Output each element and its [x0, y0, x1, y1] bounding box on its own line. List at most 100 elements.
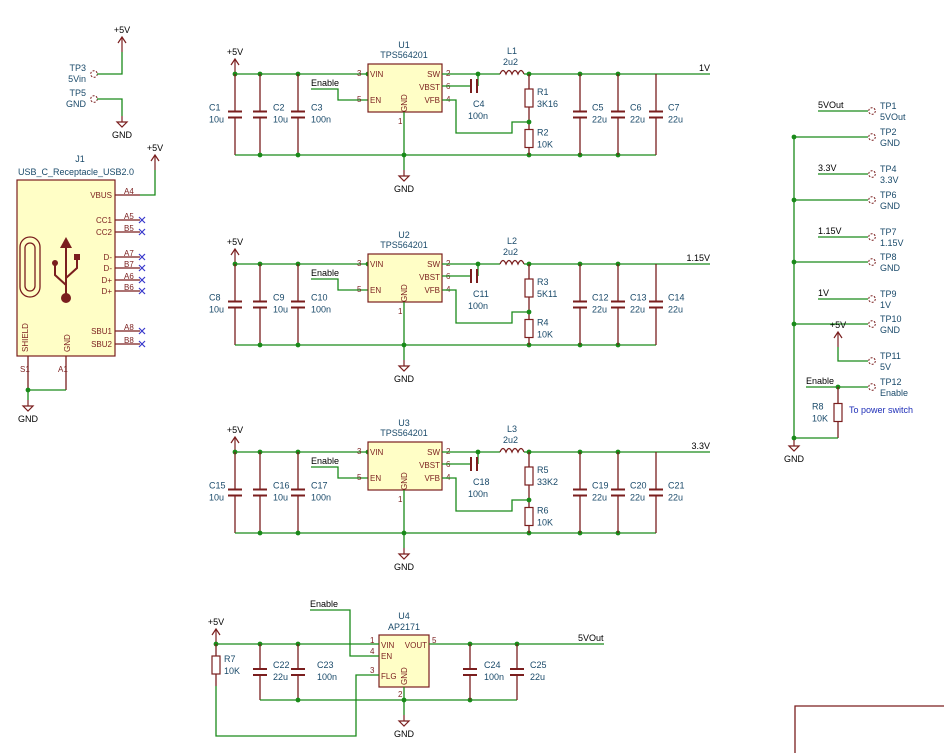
inductor-coil — [499, 259, 525, 266]
tp-ref: TP10 — [880, 314, 902, 324]
tp-value: GND — [880, 325, 901, 335]
cap-value: 22u — [668, 305, 683, 315]
junction-dot — [791, 435, 797, 441]
res-ref: R3 — [537, 277, 549, 287]
pin-name: SBU1 — [91, 327, 112, 336]
pwr-label: +5V — [830, 320, 846, 330]
res-value: 10K — [224, 666, 240, 676]
regulator-block-u1: +5VC110uC210uC3100nEnableU1TPS564201VINE… — [209, 40, 710, 194]
ground-symbol: GND — [112, 116, 133, 140]
output-net-label: 5VOut — [578, 633, 604, 643]
pin-number: 5 — [357, 285, 362, 294]
tp-net-label: 3.3V — [818, 163, 837, 173]
res-ref: R7 — [224, 654, 236, 664]
pin-name: GND — [400, 667, 409, 685]
wire — [215, 674, 370, 737]
title-block-frame — [794, 705, 944, 753]
cap-ref: C12 — [592, 293, 609, 303]
tp-value: GND — [880, 138, 901, 148]
tp-net-label: 5VOut — [818, 100, 844, 110]
cap-value: 22u — [630, 305, 645, 315]
cap-value: 10u — [209, 115, 224, 125]
pin-name: VIN — [370, 260, 384, 269]
res-body — [524, 88, 534, 108]
wire — [310, 609, 370, 657]
ic-ref: U4 — [398, 611, 410, 621]
pwr-label: +5V — [227, 237, 243, 247]
inductor: L22u2 — [499, 236, 525, 266]
gnd-triangle — [21, 405, 35, 412]
res-body — [524, 506, 534, 527]
tp-value: 5VOut — [880, 112, 906, 122]
pwr-label: +5V — [114, 25, 130, 35]
load-switch-block: +5VR710KC2222uC23100nEnableU4AP2171VINEN… — [208, 599, 604, 739]
ground-symbol: GND — [18, 400, 39, 424]
pin-name: SHIELD — [21, 323, 30, 352]
pin-name: VFB — [424, 286, 440, 295]
resistor: R5 33K2 — [524, 452, 558, 500]
tp-value: GND — [880, 263, 901, 273]
resistor: R3 5K11 — [524, 264, 557, 312]
gnd-label: GND — [394, 729, 415, 739]
resistor: R1 3K16 — [524, 74, 558, 122]
inductor-ref: L1 — [507, 46, 517, 56]
ground-symbol: GND — [394, 360, 415, 384]
gnd-triangle — [787, 445, 801, 452]
pin-name: FLG — [381, 672, 397, 681]
power-5v-symbol: +5V — [830, 320, 846, 347]
pin-name: EN — [381, 652, 392, 661]
tp-ref: TP6 — [880, 190, 897, 200]
cap-ref: C10 — [311, 293, 328, 303]
cap-ref: C19 — [592, 481, 609, 491]
cap-ref: C14 — [668, 293, 685, 303]
capacitor: C110u — [209, 74, 242, 155]
connector-part: USB_C_Receptacle_USB2.0 — [18, 167, 134, 177]
gnd-label: GND — [394, 562, 415, 572]
usb-icon-base — [61, 293, 71, 303]
cap-value: 22u — [273, 672, 288, 682]
tp-value: 5Vin — [68, 74, 86, 84]
inductor: L12u2 — [499, 46, 525, 76]
capacitor: C910u — [253, 264, 288, 345]
pin-name: CC2 — [96, 228, 113, 237]
pin-name: VBUS — [90, 191, 112, 200]
capacitor: C1422u — [649, 264, 685, 345]
res-value: 10K — [812, 414, 828, 424]
cap-value: 22u — [592, 493, 607, 503]
pin-name: EN — [370, 96, 381, 105]
tp-value: Enable — [880, 388, 908, 398]
test-point-circle — [868, 258, 876, 266]
power-5v-symbol: +5V — [114, 25, 130, 52]
pin-number: 1 — [398, 495, 403, 504]
wire — [97, 98, 123, 116]
tp-value: 1V — [880, 300, 891, 310]
res-body — [833, 402, 843, 423]
cap-ref: C24 — [484, 660, 501, 670]
cap-ref: C6 — [630, 103, 642, 113]
tp-ref: TP11 — [880, 351, 901, 361]
load-switch-u4: U4AP2171VINENFLGVOUTGND14352 — [370, 611, 437, 699]
pin-name: SW — [427, 260, 440, 269]
pin-name: VFB — [424, 96, 440, 105]
res-value: 5K11 — [537, 289, 557, 299]
junction-dot — [295, 530, 301, 536]
tp-ref: TP5 — [69, 88, 86, 98]
pin-number: 1 — [398, 117, 403, 126]
junction-dot — [295, 152, 301, 158]
cap-value: 10u — [209, 305, 224, 315]
pin-name: VIN — [370, 448, 384, 457]
power-5v-symbol: +5V — [208, 617, 224, 644]
pin-name: SW — [427, 448, 440, 457]
ic-ref: U3 — [398, 418, 410, 428]
pin-name: VIN — [370, 70, 384, 79]
pin-number: 4 — [370, 647, 375, 656]
bootstrap-capacitor: C18 100n — [468, 457, 490, 499]
junction-dot — [295, 342, 301, 348]
cap-value: 100n — [468, 111, 488, 121]
power-5v-symbol: +5V — [147, 143, 163, 170]
pin-name: GND — [400, 472, 409, 490]
regulator-block-u3: +5VC1510uC1610uC17100nEnableU3TPS564201V… — [209, 418, 710, 572]
ic-ref: U1 — [398, 40, 410, 50]
cap-ref: C1 — [209, 103, 221, 113]
test-point-circle — [868, 107, 876, 115]
